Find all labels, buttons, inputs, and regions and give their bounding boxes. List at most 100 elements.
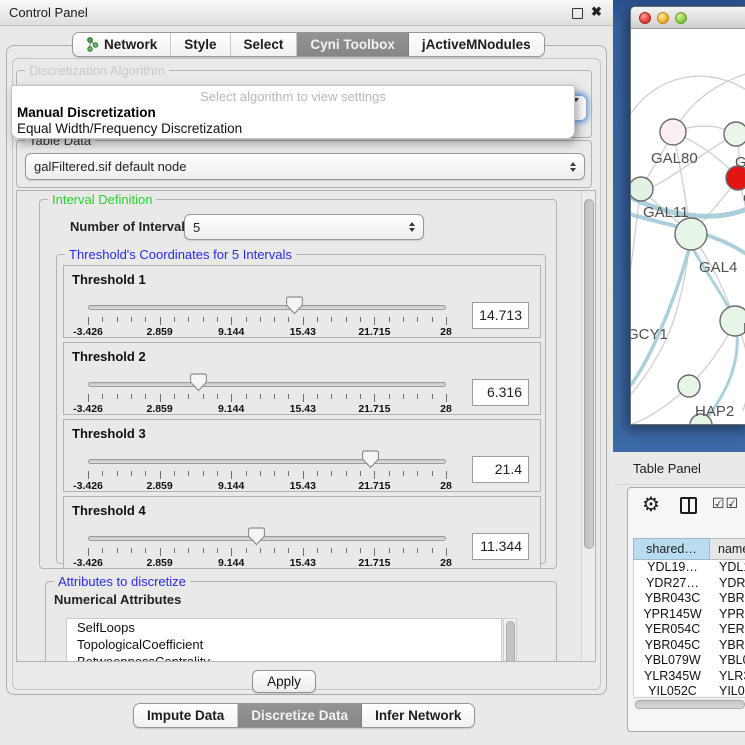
table-row[interactable]: YDL19…YDL1 [634, 560, 745, 576]
network-edge-thick[interactable] [631, 249, 689, 391]
network-edge[interactable] [631, 76, 745, 121]
table-horizontal-scrollbar[interactable] [633, 697, 745, 709]
slider-tick-label: 21.715 [358, 326, 390, 338]
scrollbar-thumb[interactable] [635, 700, 745, 709]
tab-cyni-toolbox[interactable]: Cyni Toolbox [297, 33, 409, 56]
gear-icon[interactable]: ⚙ [642, 492, 660, 517]
network-node-label[interactable]: GAL80 [651, 150, 698, 167]
tab-infer-network[interactable]: Infer Network [362, 704, 474, 727]
column-header-name[interactable]: name [710, 538, 745, 560]
slider-tick [403, 471, 404, 476]
network-view-window[interactable]: GAL80GACGAL11GAL4GCY1HHAP2 [630, 6, 745, 425]
network-node[interactable] [675, 218, 707, 250]
threshold-value-field[interactable]: 11.344 [472, 533, 529, 560]
column-header-shared-name[interactable]: shared… [633, 538, 710, 560]
cell-name: YDR2 [719, 576, 745, 590]
number-of-intervals-combo[interactable]: 5 [184, 214, 424, 240]
tab-jactivemnodules[interactable]: jActiveMNodules [409, 33, 544, 56]
slider-tick [88, 471, 89, 479]
apply-button[interactable]: Apply [252, 670, 316, 693]
scrollbar-thumb[interactable] [506, 621, 515, 662]
network-node-label[interactable]: HAP2 [695, 403, 734, 420]
slider-tick [432, 471, 433, 476]
network-node[interactable] [631, 177, 653, 201]
slider-tick-label: 21.715 [358, 480, 390, 492]
settings-scrollbar[interactable] [581, 191, 595, 661]
slider-track[interactable] [88, 459, 446, 464]
table-row[interactable]: YBR045CYBR0 [634, 638, 745, 654]
table-row[interactable]: YPR145WYPR1 [634, 607, 745, 623]
zoom-traffic-light-icon[interactable] [675, 12, 687, 24]
table-row[interactable]: YDR27…YDR2 [634, 576, 745, 592]
network-edge[interactable] [631, 189, 641, 297]
slider-tick [446, 317, 447, 325]
close-traffic-light-icon[interactable] [639, 12, 651, 24]
minimize-traffic-light-icon[interactable] [657, 12, 669, 24]
algorithm-option-equal-width[interactable]: Equal Width/Frequency Discretization [17, 121, 242, 136]
tab-discretize-data[interactable]: Discretize Data [238, 704, 362, 727]
tab-label: Style [184, 37, 216, 52]
threshold-panel-1: Threshold 1-3.4262.8599.14415.4321.71528… [63, 265, 541, 338]
attributes-list-scrollbar[interactable] [503, 618, 517, 662]
cell-name: YDL1 [719, 560, 745, 574]
table-row[interactable]: YLR345WYLR3 [634, 669, 745, 685]
slider-tick [389, 548, 390, 553]
slider-tick [145, 471, 146, 476]
slider-tick-label: 2.859 [146, 480, 172, 492]
slider-handle[interactable] [248, 527, 265, 546]
network-node-label[interactable]: GCY1 [631, 326, 668, 343]
tab-network[interactable]: Network [73, 33, 171, 56]
bottom-tab-bar: Impute DataDiscretize DataInfer Network [133, 703, 475, 728]
slider-tick-label: 9.144 [218, 480, 244, 492]
slider-handle[interactable] [190, 373, 207, 392]
tab-style[interactable]: Style [171, 33, 230, 56]
slider-tick [274, 394, 275, 399]
network-node[interactable] [678, 375, 700, 397]
table-data-combo[interactable]: galFiltered.sif default node [25, 153, 585, 180]
select-columns-checkboxes-icon[interactable]: ☑☑ [712, 495, 739, 512]
network-node-label[interactable]: GAL4 [699, 259, 737, 276]
slider-tick [160, 317, 161, 325]
slider-track[interactable] [88, 382, 446, 387]
slider-handle[interactable] [286, 296, 303, 315]
threshold-value-field[interactable]: 14.713 [472, 302, 529, 329]
slider-tick [188, 548, 189, 553]
network-node[interactable] [660, 119, 686, 145]
network-node-label[interactable]: GAL11 [643, 204, 689, 221]
attribute-item-selfloops[interactable]: SelfLoops [67, 619, 501, 636]
threshold-value-field[interactable]: 6.316 [472, 379, 529, 406]
window-title: Control Panel [9, 5, 88, 20]
columns-icon[interactable] [680, 497, 697, 514]
network-node-label[interactable]: GA [735, 154, 745, 171]
table-row[interactable]: YBL079WYBL0 [634, 653, 745, 669]
network-node[interactable] [720, 306, 745, 336]
cell-name: YLR3 [719, 669, 745, 683]
algorithm-option-manual[interactable]: Manual Discretization [17, 105, 156, 120]
slider-tick [331, 548, 332, 553]
attribute-item-topologicalcoefficient[interactable]: TopologicalCoefficient [67, 636, 501, 653]
float-window-icon[interactable] [572, 8, 583, 19]
slider-tick [246, 548, 247, 553]
tab-impute-data[interactable]: Impute Data [134, 704, 238, 727]
attribute-item-betweennesscentrality[interactable]: BetweennessCentrality [67, 653, 501, 662]
numerical-attributes-list[interactable]: SelfLoopsTopologicalCoefficientBetweenne… [66, 618, 502, 662]
table-row[interactable]: YIL052CYIL0 [634, 684, 745, 696]
close-icon[interactable]: ✖ [591, 4, 602, 20]
slider-tick [389, 317, 390, 322]
table-row[interactable]: YBR043CYBR0 [634, 591, 745, 607]
slider-track[interactable] [88, 305, 446, 310]
network-canvas[interactable]: GAL80GACGAL11GAL4GCY1HHAP2 [631, 29, 745, 425]
slider-tick [360, 471, 361, 476]
network-node[interactable] [724, 122, 745, 146]
threshold-label: Threshold 1 [72, 272, 146, 287]
tab-select[interactable]: Select [231, 33, 298, 56]
slider-handle[interactable] [362, 450, 379, 469]
slider-tick [88, 548, 89, 556]
slider-tick [417, 548, 418, 553]
slider-tick-label: 2.859 [146, 557, 172, 569]
slider-track[interactable] [88, 536, 446, 541]
table-row[interactable]: YER054CYER0 [634, 622, 745, 638]
threshold-value-field[interactable]: 21.4 [472, 456, 529, 483]
number-of-intervals-label: Number of Intervals [70, 219, 192, 234]
scrollbar-thumb[interactable] [584, 199, 594, 549]
